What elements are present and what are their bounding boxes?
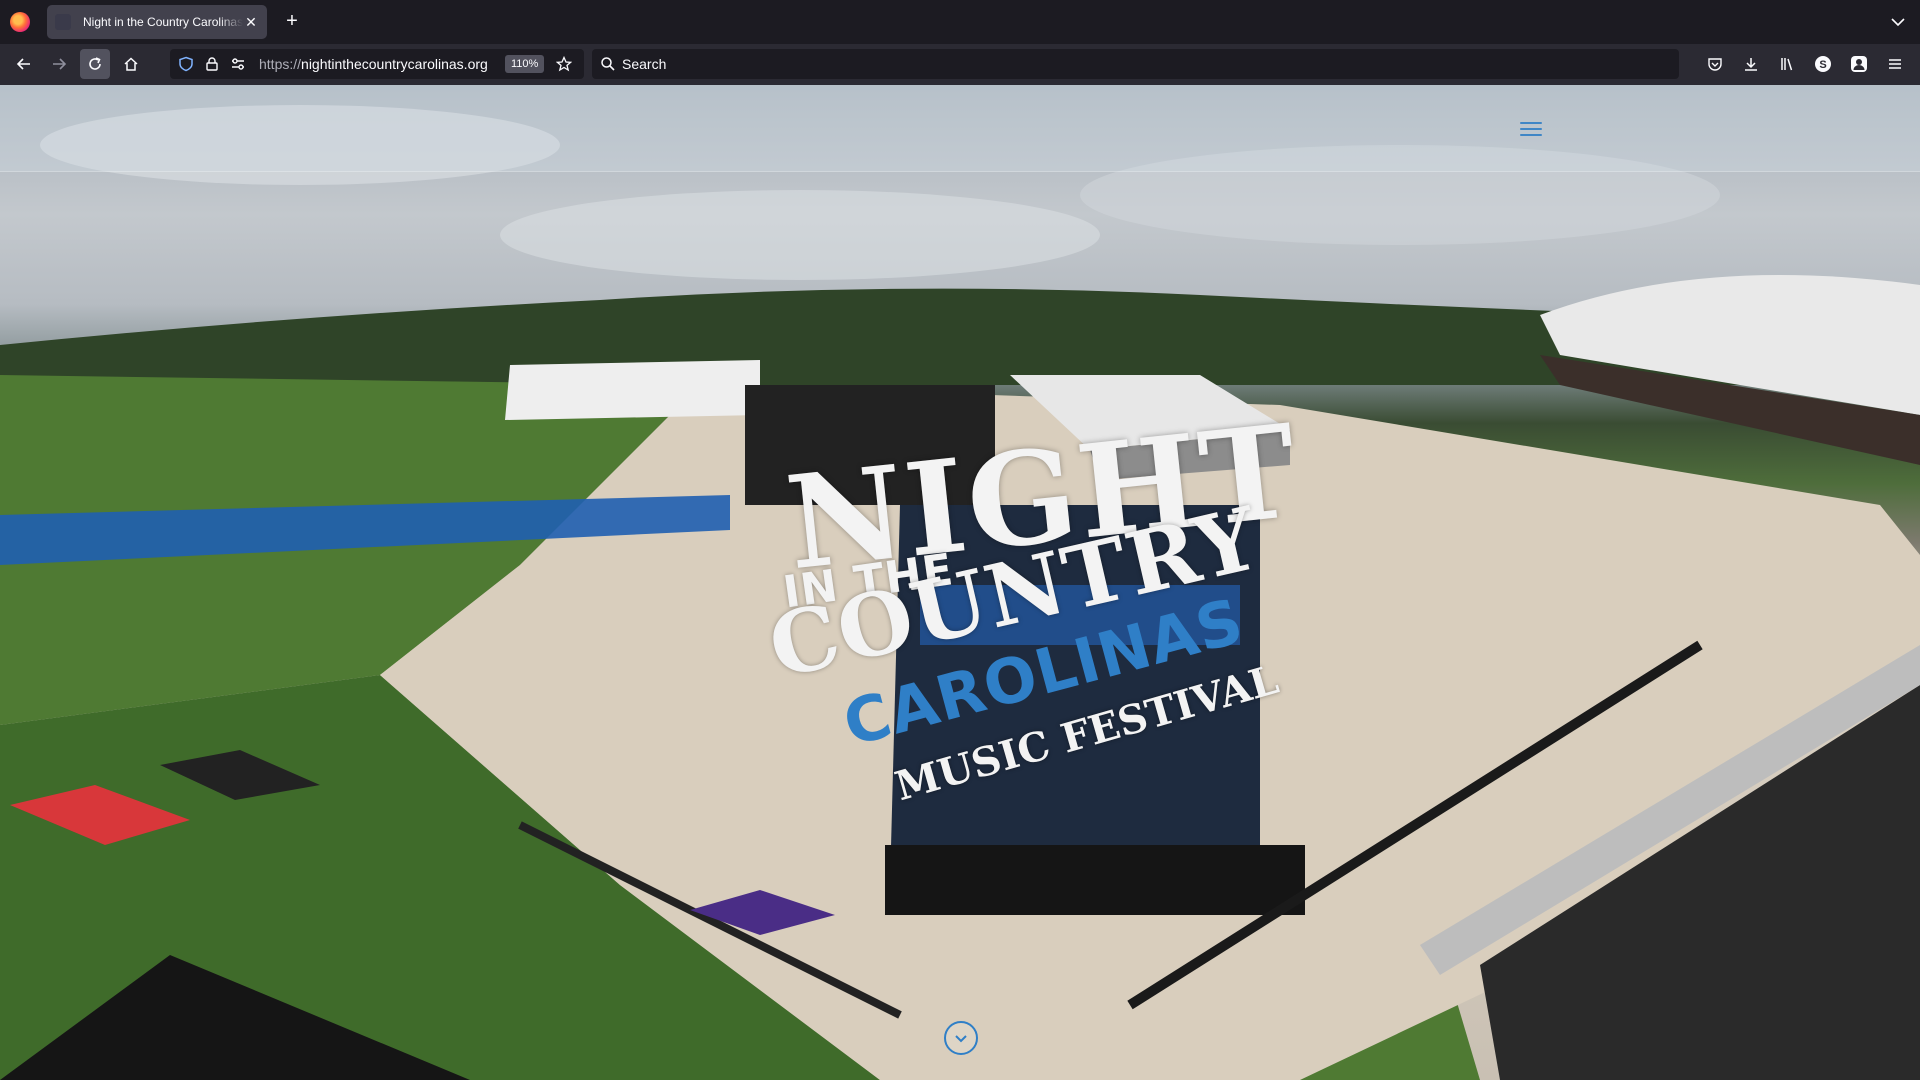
arrow-right-icon	[53, 58, 67, 70]
menu-bar-icon	[1520, 128, 1542, 130]
pocket-button[interactable]	[1700, 49, 1730, 79]
chevron-down-icon	[1891, 18, 1905, 27]
pocket-icon	[1708, 58, 1722, 71]
shield-icon[interactable]	[178, 56, 194, 72]
site-header	[0, 85, 1920, 172]
account-avatar-icon	[1851, 56, 1867, 72]
download-icon	[1745, 58, 1757, 71]
tab-active[interactable]: Night in the Country Carolinas | Music F…	[47, 5, 267, 39]
zoom-reset-button[interactable]: 110%	[505, 55, 545, 73]
downloads-button[interactable]	[1736, 49, 1766, 79]
library-button[interactable]	[1772, 49, 1802, 79]
forward-button[interactable]	[44, 49, 74, 79]
site-menu-button[interactable]	[1518, 118, 1544, 140]
scroll-down-button[interactable]	[944, 1021, 978, 1055]
menu-bar-icon	[1520, 134, 1542, 136]
firefox-icon	[10, 12, 30, 32]
url-protocol: https://	[259, 56, 302, 72]
extension-button-s[interactable]: S	[1808, 49, 1838, 79]
web-page: NIGHT IN THE COUNTRY CAROLINAS MUSIC FES…	[0, 85, 1920, 1080]
lock-icon[interactable]	[204, 56, 220, 72]
url-text[interactable]: https://nightinthecountrycarolinas.org	[259, 56, 488, 72]
reload-icon	[89, 57, 101, 70]
account-button[interactable]	[1844, 49, 1874, 79]
arrow-left-icon	[16, 58, 30, 70]
tab-strip: Night in the Country Carolinas | Music F…	[0, 0, 1920, 44]
search-icon	[601, 57, 615, 71]
library-icon	[1781, 58, 1793, 71]
tab-title: Night in the Country Carolinas | Music F…	[83, 15, 243, 29]
home-icon	[124, 57, 138, 71]
tab-close-icon[interactable]: ✕	[243, 14, 259, 31]
navigation-toolbar: https://nightinthecountrycarolinas.org 1…	[0, 44, 1920, 85]
search-input[interactable]: Search	[622, 56, 666, 72]
menu-bar-icon	[1520, 122, 1542, 124]
hamburger-menu-icon	[1889, 59, 1901, 69]
list-all-tabs-button[interactable]	[1888, 12, 1908, 32]
permissions-icon[interactable]	[230, 56, 246, 72]
festival-logo: NIGHT IN THE COUNTRY CAROLINAS MUSIC FES…	[740, 396, 1305, 830]
search-bar[interactable]: Search	[592, 49, 1679, 79]
url-bar[interactable]: https://nightinthecountrycarolinas.org 1…	[170, 49, 584, 79]
back-button[interactable]	[9, 49, 39, 79]
bookmark-star-icon[interactable]	[556, 56, 572, 72]
new-tab-button[interactable]: +	[280, 10, 304, 34]
chevron-down-icon	[955, 1035, 967, 1043]
svg-text:S: S	[1819, 59, 1826, 71]
url-host: nightinthecountrycarolinas.org	[301, 56, 488, 72]
reload-button[interactable]	[80, 49, 110, 79]
app-menu-button[interactable]	[1880, 49, 1910, 79]
site-favicon-icon	[55, 14, 71, 30]
home-button[interactable]	[116, 49, 146, 79]
extension-s-icon: S	[1815, 56, 1831, 72]
